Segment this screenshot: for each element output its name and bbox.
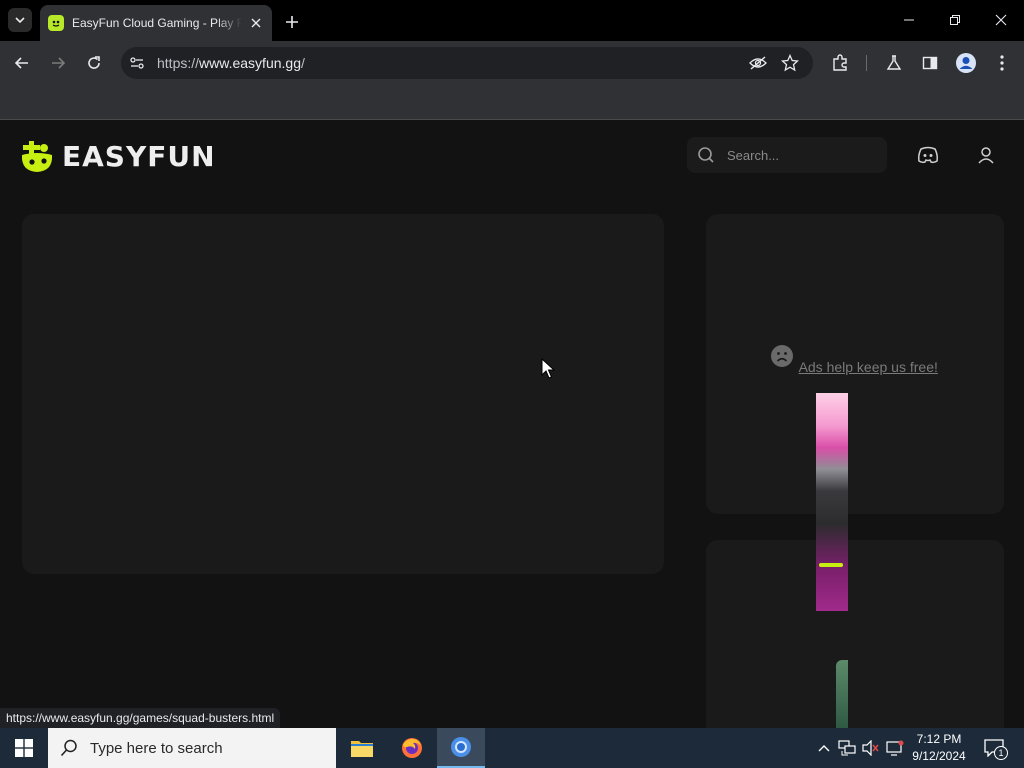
sidepanel-icon[interactable]	[916, 49, 944, 77]
network-icon[interactable]	[837, 738, 857, 758]
screen: EasyFun Cloud Gaming - Play Roblox Onlin…	[0, 0, 1024, 768]
url-path: /	[300, 55, 305, 71]
link-status-bar: https://www.easyfun.gg/games/squad-buste…	[0, 708, 281, 728]
chevron-up-icon[interactable]	[814, 738, 834, 758]
favicon-icon	[48, 15, 64, 31]
site-logo[interactable]: EASYFUN	[20, 140, 216, 173]
volume-muted-icon[interactable]	[861, 738, 881, 758]
site-info-icon[interactable]	[129, 55, 145, 71]
display-icon[interactable]	[885, 738, 905, 758]
logo-text: EASYFUN	[62, 140, 216, 173]
taskbar-search-input[interactable]: Type here to search	[48, 728, 336, 768]
progress-indicator	[819, 563, 843, 567]
tab-search-button[interactable]	[8, 8, 32, 32]
ad-notice: Ads help keep us free!	[710, 344, 998, 377]
tab-search-icon	[15, 17, 25, 24]
windows-start-icon[interactable]	[0, 728, 48, 768]
chrome-icon[interactable]	[437, 728, 485, 768]
close-window-icon[interactable]	[978, 0, 1024, 40]
game-thumbnail-strip-2[interactable]	[836, 660, 848, 728]
ad-slot-bottom	[706, 540, 1004, 728]
firefox-icon[interactable]	[388, 728, 436, 768]
tab-strip: EasyFun Cloud Gaming - Play Roblox Onlin…	[0, 0, 1024, 41]
search-placeholder: Search...	[727, 147, 780, 163]
file-explorer-icon[interactable]	[338, 728, 386, 768]
new-tab-icon[interactable]	[280, 10, 304, 34]
taskbar-search-icon	[60, 739, 77, 757]
clock-date: 9/12/2024	[912, 749, 966, 763]
toolbar-divider	[866, 55, 867, 71]
discord-icon[interactable]	[910, 137, 946, 173]
star-icon[interactable]	[781, 54, 799, 72]
featured-banner[interactable]	[22, 214, 664, 574]
url-text: https://www.easyfun.gg/	[157, 55, 305, 71]
minimize-icon[interactable]	[886, 0, 932, 40]
url-scheme: https://	[157, 55, 200, 71]
search-icon	[698, 147, 714, 163]
system-clock[interactable]: 7:12 PM 9/12/2024	[904, 731, 974, 765]
menu-icon[interactable]	[988, 49, 1016, 77]
profile-icon[interactable]	[952, 49, 980, 77]
user-icon[interactable]	[968, 137, 1004, 173]
tab-close-icon[interactable]	[248, 15, 264, 31]
reload-icon[interactable]	[80, 49, 108, 77]
easyfun-logo-icon	[21, 140, 53, 172]
address-bar[interactable]: https://www.easyfun.gg/	[121, 47, 813, 79]
tab-title: EasyFun Cloud Gaming - Play Roblox Onlin…	[72, 16, 242, 30]
labs-icon[interactable]	[880, 49, 908, 77]
notification-count-badge: 1	[994, 746, 1008, 760]
windows-taskbar: Type here to search 7:12 PM 9/12/2024 1	[0, 728, 1024, 768]
notification-center-icon[interactable]: 1	[982, 738, 1008, 760]
bookmarks-bar	[0, 85, 1024, 120]
ad-help-link[interactable]: Ads help keep us free!	[799, 359, 938, 375]
browser-toolbar: https://www.easyfun.gg/	[0, 41, 1024, 85]
clock-time: 7:12 PM	[916, 732, 962, 746]
restore-icon[interactable]	[932, 0, 978, 40]
url-host: www.easyfun.gg	[199, 55, 301, 71]
taskbar-search-placeholder: Type here to search	[90, 739, 223, 757]
back-icon[interactable]	[8, 49, 36, 77]
eye-off-icon[interactable]	[749, 55, 767, 71]
game-thumbnail-strip[interactable]	[816, 393, 848, 611]
site-search-input[interactable]: Search...	[687, 137, 887, 173]
page: EASYFUN Search... Ads help keep us free!…	[0, 120, 1024, 728]
sad-face-icon	[771, 345, 794, 367]
browser-tab[interactable]: EasyFun Cloud Gaming - Play Roblox Onlin…	[40, 5, 272, 41]
forward-icon[interactable]	[44, 49, 72, 77]
mouse-cursor-icon	[541, 358, 556, 379]
extensions-icon[interactable]	[826, 49, 854, 77]
